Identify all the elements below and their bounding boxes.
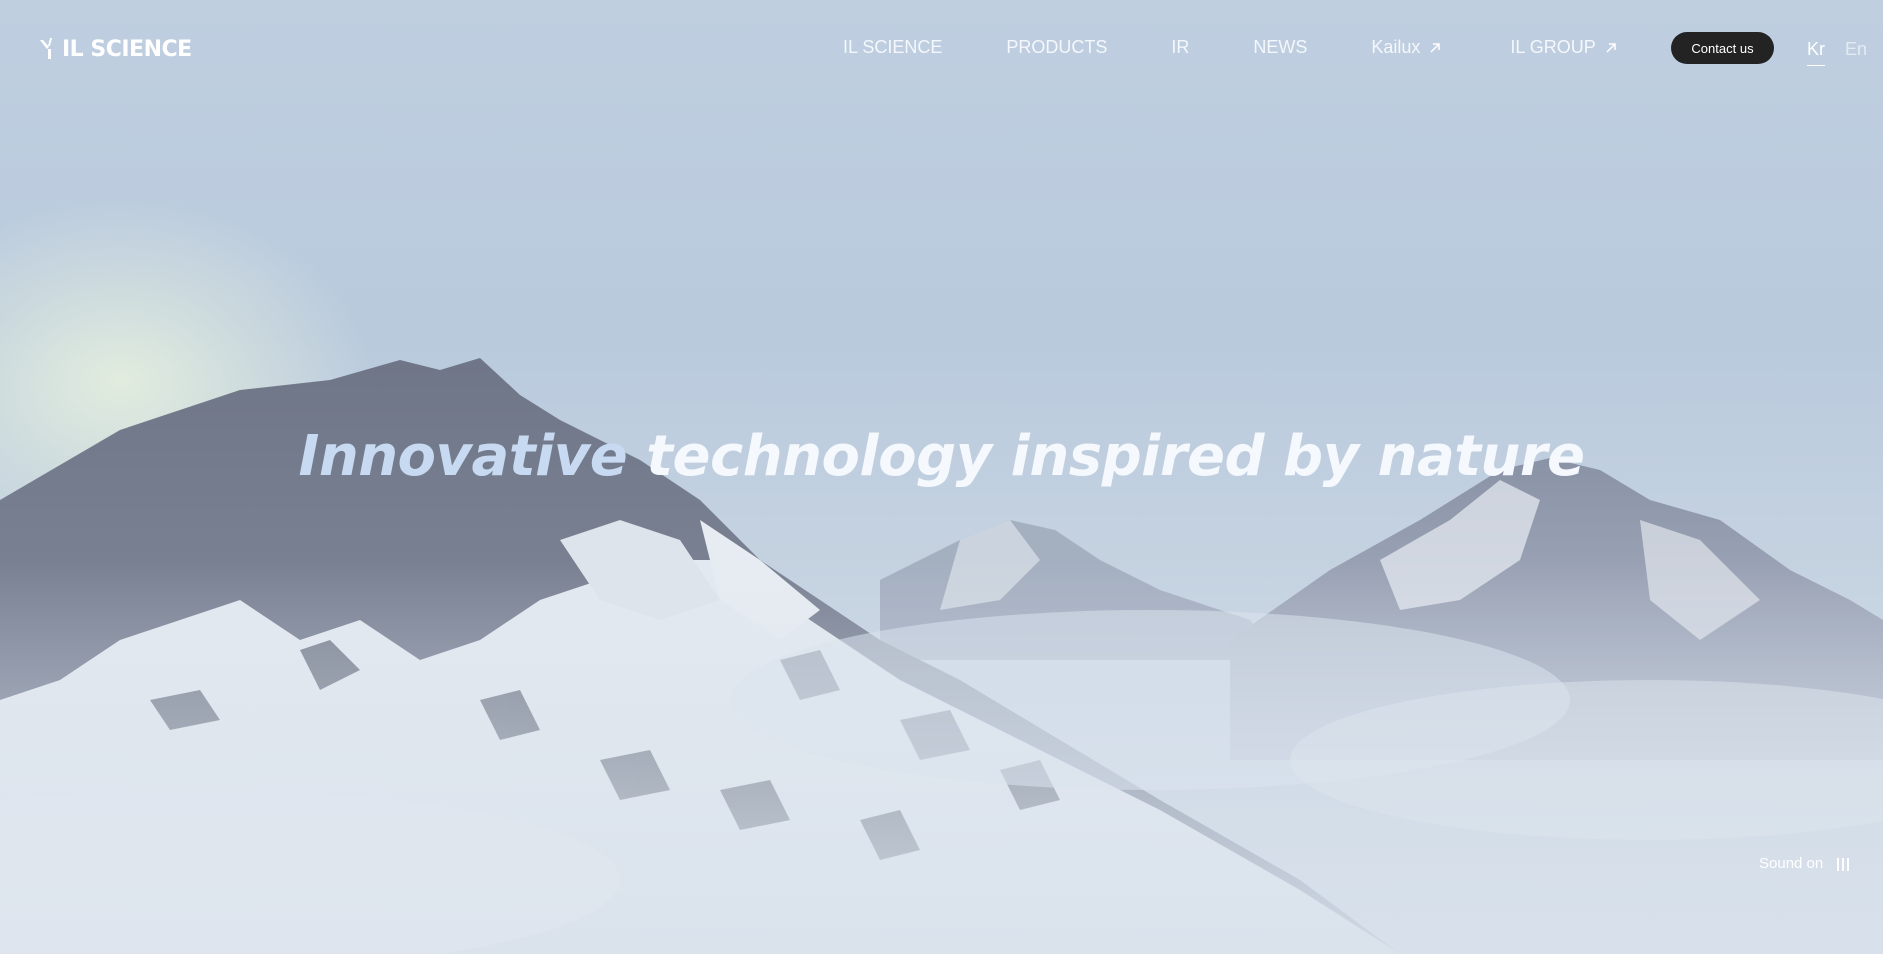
hero-headline-part1: Innovative xyxy=(298,424,628,489)
hero-headline-part2: technology inspired by nature xyxy=(627,424,1585,489)
brand-logo[interactable]: IL SCIENCE xyxy=(38,34,192,64)
sound-bars-icon xyxy=(1837,857,1850,871)
nav-item-il-science[interactable]: IL SCIENCE xyxy=(843,37,942,58)
nav-item-label: IR xyxy=(1171,37,1190,57)
language-kr[interactable]: Kr xyxy=(1807,39,1825,66)
nav-item-label: NEWS xyxy=(1253,37,1308,57)
sound-label: Sound on xyxy=(1759,855,1824,872)
hero-headline: Innovative technology inspired by nature xyxy=(0,424,1883,489)
nav-item-kailux[interactable]: Kailux xyxy=(1371,37,1442,58)
nav-item-label: PRODUCTS xyxy=(1006,37,1108,57)
nav-item-il-group[interactable]: IL GROUP xyxy=(1510,37,1617,58)
contact-us-button[interactable]: Contact us xyxy=(1671,32,1774,64)
external-link-arrow-icon xyxy=(1606,42,1616,53)
language-en[interactable]: En xyxy=(1845,39,1867,60)
nav-item-label: IL GROUP xyxy=(1510,37,1596,57)
main-nav: IL SCIENCE PRODUCTS IR NEWS Kailux IL GR… xyxy=(843,37,1618,58)
nav-item-products[interactable]: PRODUCTS xyxy=(1006,37,1107,58)
site-header: IL SCIENCE IL SCIENCE PRODUCTS IR NEWS K… xyxy=(0,0,1883,100)
nav-item-label: Kailux xyxy=(1371,37,1421,57)
brand-name: IL SCIENCE xyxy=(62,36,192,62)
external-link-arrow-icon xyxy=(1430,42,1441,53)
nav-item-news[interactable]: NEWS xyxy=(1253,37,1307,58)
nav-item-label: IL SCIENCE xyxy=(843,37,943,57)
sound-toggle[interactable]: Sound on xyxy=(1759,855,1850,872)
logo-mark-icon xyxy=(40,38,52,59)
nav-item-ir[interactable]: IR xyxy=(1171,37,1189,58)
